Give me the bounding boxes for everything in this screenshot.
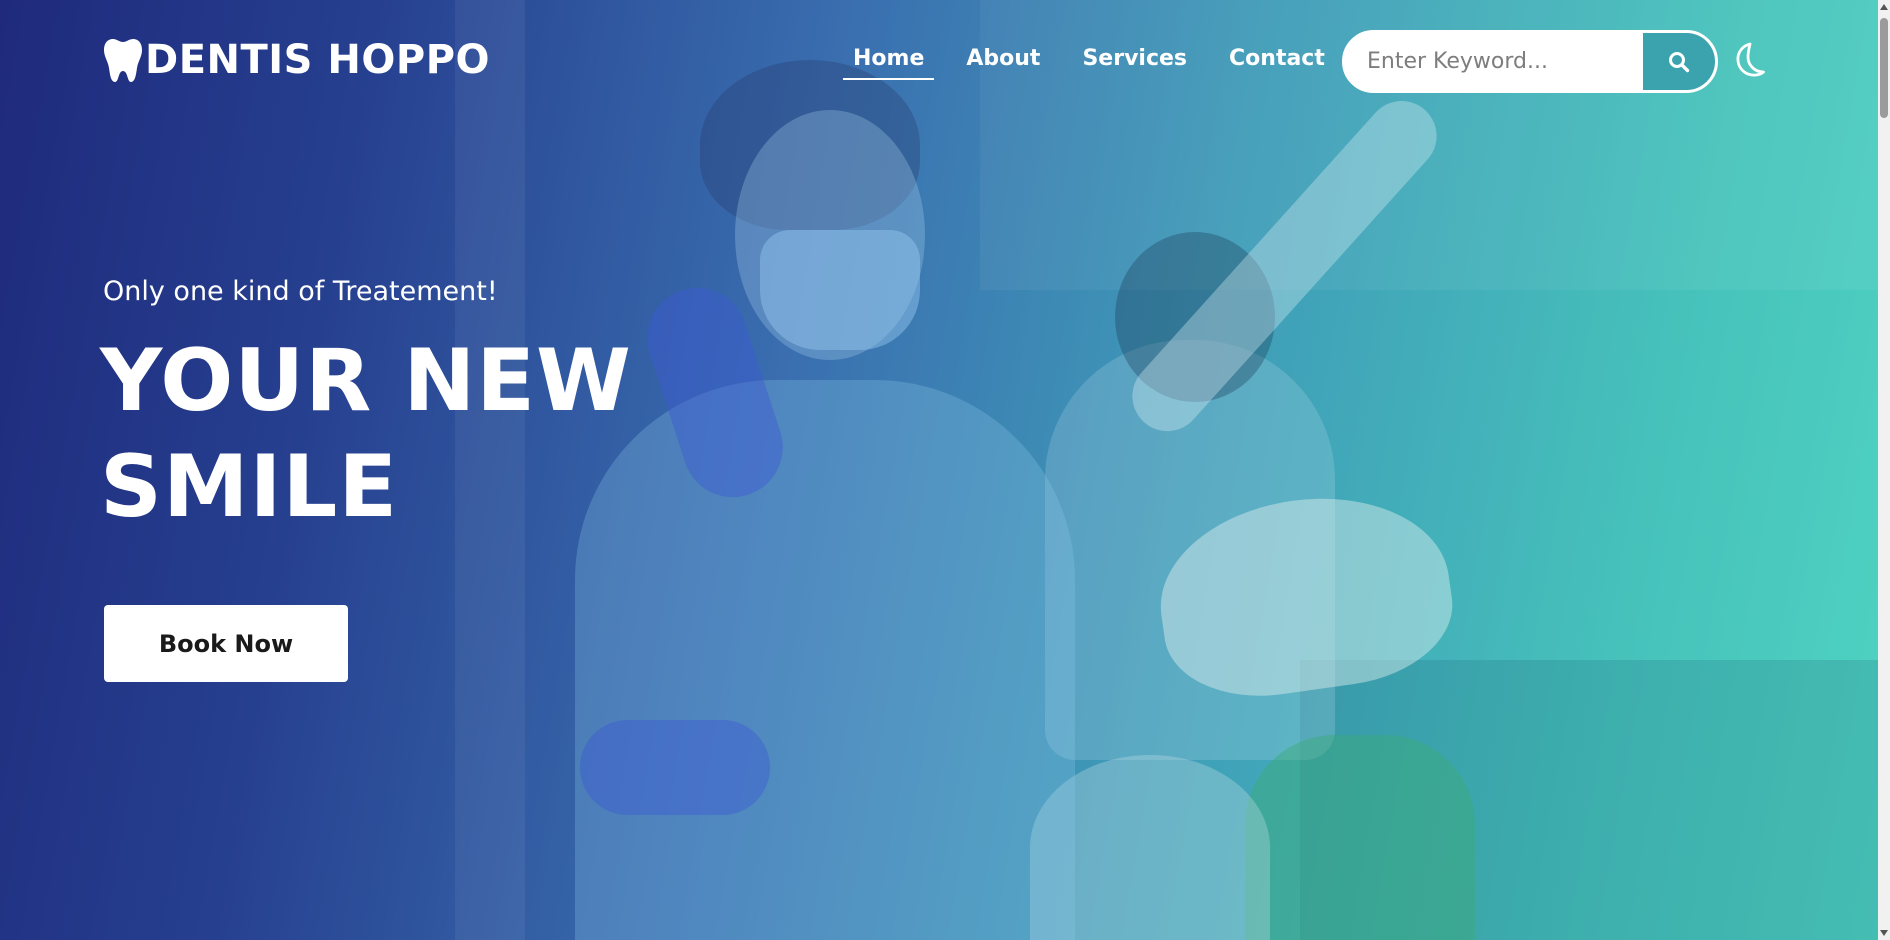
hero-tagline: Only one kind of Treatement! xyxy=(103,276,498,307)
background-photo-dental-chair xyxy=(1245,735,1475,940)
search-input[interactable] xyxy=(1345,33,1643,90)
page-scrollbar[interactable] xyxy=(1878,0,1890,940)
background-photo-face-mask xyxy=(760,230,920,350)
nav-link-services[interactable]: Services xyxy=(1072,40,1197,77)
moon-icon[interactable] xyxy=(1728,40,1768,80)
hero-section: DENTIS HOPPO Home About Services Contact… xyxy=(0,0,1878,940)
main-nav: Home About Services Contact xyxy=(843,40,1357,80)
brand-name: DENTIS HOPPO xyxy=(145,37,491,83)
scroll-up-arrow-icon[interactable] xyxy=(1880,4,1888,10)
nav-link-contact[interactable]: Contact xyxy=(1219,40,1335,77)
book-now-button[interactable]: Book Now xyxy=(104,605,348,682)
hero-headline-line: YOUR NEW xyxy=(100,331,632,431)
hero-headline: YOUR NEW SMILE xyxy=(100,328,632,540)
nav-link-about[interactable]: About xyxy=(956,40,1050,77)
search-bar xyxy=(1342,30,1718,93)
nav-link-home[interactable]: Home xyxy=(843,40,935,80)
hero-headline-line: SMILE xyxy=(100,437,399,537)
search-button[interactable] xyxy=(1643,33,1715,90)
scroll-down-arrow-icon[interactable] xyxy=(1880,930,1888,936)
background-photo-dentist xyxy=(575,380,1075,940)
search-icon xyxy=(1669,51,1690,72)
background-photo-glove xyxy=(580,720,770,815)
brand-logo[interactable]: DENTIS HOPPO xyxy=(103,36,490,84)
scroll-thumb[interactable] xyxy=(1880,18,1888,118)
tooth-icon xyxy=(104,39,142,82)
